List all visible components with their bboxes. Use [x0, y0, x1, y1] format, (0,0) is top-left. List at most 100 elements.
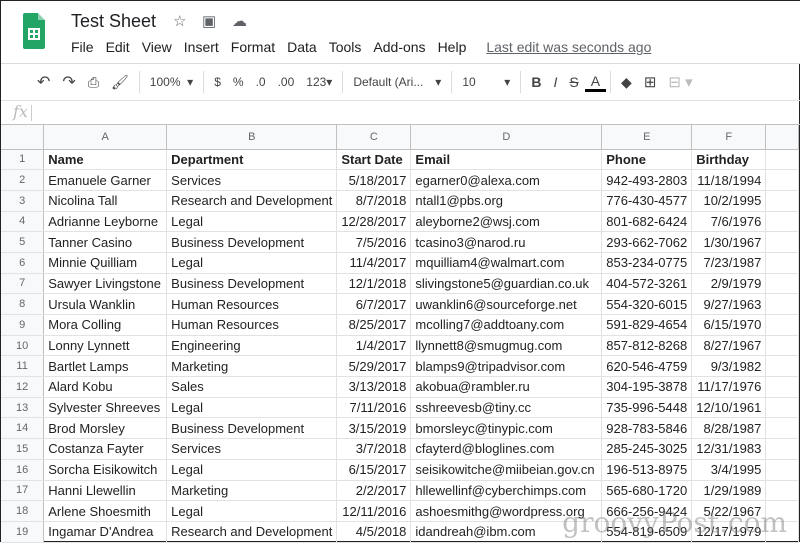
row-header[interactable]: 2 [1, 169, 45, 191]
cell[interactable]: Marketing [166, 480, 338, 502]
menu-edit[interactable]: Edit [106, 39, 130, 55]
cell[interactable]: Costanza Fayter [43, 438, 168, 460]
cell[interactable]: uwanklin6@sourceforge.net [410, 293, 603, 315]
cell[interactable]: Hanni Llewellin [43, 480, 168, 502]
zoom-select[interactable]: 100% ▾ [144, 75, 199, 89]
cell[interactable]: 7/23/1987 [691, 252, 767, 274]
cell[interactable]: seisikowitche@miibeian.gov.cn [410, 459, 603, 481]
cell[interactable]: 7/11/2016 [336, 397, 412, 419]
cell[interactable] [765, 149, 799, 171]
cell[interactable]: Sales [166, 376, 338, 398]
menu-help[interactable]: Help [438, 39, 467, 55]
row-header[interactable]: 12 [1, 376, 45, 398]
cell[interactable]: 591-829-4654 [601, 314, 693, 336]
redo-icon[interactable]: ↷ [56, 72, 81, 92]
cell[interactable]: 12/31/1983 [691, 438, 767, 460]
cell[interactable]: Adrianne Leyborne [43, 211, 168, 233]
cell[interactable]: 1/30/1967 [691, 231, 767, 253]
menu-data[interactable]: Data [287, 39, 317, 55]
cell[interactable]: Research and Development [166, 190, 338, 212]
cell[interactable]: Emanuele Garner [43, 169, 168, 191]
font-select[interactable]: Default (Ari... ▾ [347, 75, 447, 89]
cell[interactable]: sshreevesb@tiny.cc [410, 397, 603, 419]
cell[interactable]: 1/29/1989 [691, 480, 767, 502]
cell[interactable]: Human Resources [166, 293, 338, 315]
cell[interactable]: Phone [601, 149, 693, 171]
cell[interactable] [765, 314, 799, 336]
column-header[interactable]: D [410, 125, 603, 150]
cell[interactable]: 4/5/2018 [336, 521, 412, 543]
cell[interactable]: Nicolina Tall [43, 190, 168, 212]
percent-button[interactable]: % [227, 75, 250, 89]
cell[interactable]: Tanner Casino [43, 231, 168, 253]
cell[interactable] [765, 293, 799, 315]
sheets-logo-icon[interactable] [23, 13, 45, 49]
cell[interactable]: Business Development [166, 273, 338, 295]
select-all-corner[interactable] [1, 125, 45, 150]
column-header[interactable]: A [43, 125, 168, 150]
cell[interactable]: Name [43, 149, 168, 171]
cell[interactable]: akobua@rambler.ru [410, 376, 603, 398]
cell[interactable] [765, 417, 799, 440]
cell[interactable]: 285-245-3025 [601, 438, 693, 460]
cell[interactable]: 942-493-2803 [601, 169, 693, 191]
italic-button[interactable]: I [547, 74, 563, 90]
row-header[interactable]: 19 [1, 521, 45, 543]
cell[interactable]: 3/15/2019 [336, 417, 412, 440]
row-header[interactable]: 5 [1, 231, 45, 253]
cell[interactable] [765, 190, 799, 212]
cell[interactable]: 196-513-8975 [601, 459, 693, 481]
cell[interactable]: Business Development [166, 417, 338, 440]
cell[interactable]: Legal [166, 397, 338, 419]
row-header[interactable]: 4 [1, 211, 45, 233]
cell[interactable]: aleyborne2@wsj.com [410, 211, 603, 233]
cell[interactable]: 12/1/2018 [336, 273, 412, 295]
borders-icon[interactable]: ⊞ [638, 73, 663, 91]
cell[interactable]: 3/7/2018 [336, 438, 412, 460]
cell[interactable]: 565-680-1720 [601, 480, 693, 502]
cell[interactable]: tcasino3@narod.ru [410, 231, 603, 253]
cell[interactable]: Lonny Lynnett [43, 335, 168, 357]
document-title[interactable]: Test Sheet [71, 11, 156, 32]
cell[interactable]: Business Development [166, 231, 338, 253]
paint-format-icon[interactable]: 🖌 [105, 74, 135, 91]
cell[interactable]: Services [166, 169, 338, 191]
cell[interactable]: Engineering [166, 335, 338, 357]
row-header[interactable]: 7 [1, 273, 45, 295]
cell[interactable]: 5/29/2017 [336, 355, 412, 378]
cell[interactable]: 1/4/2017 [336, 335, 412, 357]
merge-cells-icon[interactable]: ⊟ ▾ [662, 73, 698, 91]
cell[interactable]: Minnie Quilliam [43, 252, 168, 274]
cell[interactable]: mcolling7@addtoany.com [410, 314, 603, 336]
undo-icon[interactable]: ↶ [31, 72, 56, 92]
cell[interactable]: 735-996-5448 [601, 397, 693, 419]
move-folder-icon[interactable]: ▣ [202, 12, 216, 30]
cell[interactable]: 9/27/1963 [691, 293, 767, 315]
cell[interactable]: 8/25/2017 [336, 314, 412, 336]
cell[interactable]: Ingamar D'Andrea [43, 521, 168, 543]
cell[interactable]: Department [166, 149, 338, 171]
cell[interactable]: 928-783-5846 [601, 417, 693, 440]
cell[interactable]: Legal [166, 500, 338, 522]
cell[interactable]: 801-682-6424 [601, 211, 693, 233]
fill-color-icon[interactable]: ◆ [615, 74, 638, 91]
cell[interactable]: Legal [166, 459, 338, 481]
cell[interactable]: ntall1@pbs.org [410, 190, 603, 212]
cell[interactable]: 7/6/1976 [691, 211, 767, 233]
column-header[interactable]: F [691, 125, 767, 150]
row-header[interactable]: 14 [1, 417, 45, 440]
cell[interactable] [765, 459, 799, 481]
cell[interactable]: Email [410, 149, 603, 171]
cell[interactable]: Arlene Shoesmith [43, 500, 168, 522]
cell[interactable] [765, 376, 799, 398]
cell[interactable]: Legal [166, 211, 338, 233]
row-header[interactable]: 9 [1, 314, 45, 336]
column-header[interactable]: E [601, 125, 693, 150]
cell[interactable]: Research and Development [166, 521, 338, 543]
cell[interactable]: Start Date [336, 149, 412, 171]
cell[interactable]: 3/13/2018 [336, 376, 412, 398]
row-header[interactable]: 16 [1, 459, 45, 481]
cell[interactable]: 2/2/2017 [336, 480, 412, 502]
cell[interactable]: mquilliam4@walmart.com [410, 252, 603, 274]
cell[interactable] [765, 231, 799, 253]
